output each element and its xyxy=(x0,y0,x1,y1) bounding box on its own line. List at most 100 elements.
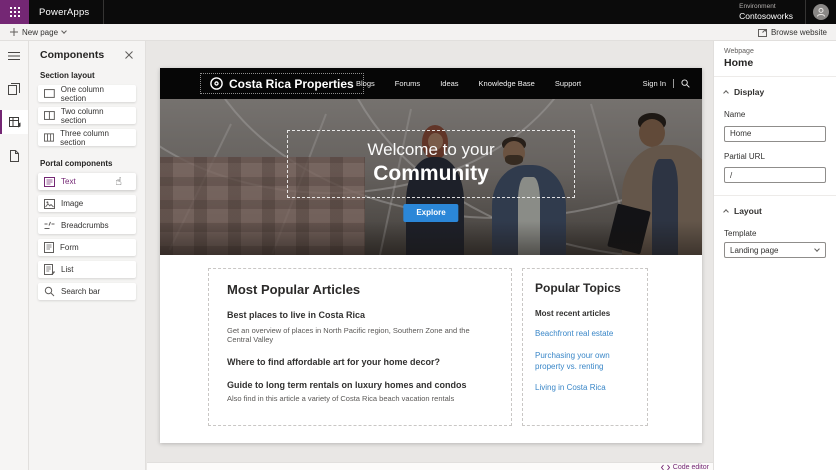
search-icon xyxy=(44,286,55,297)
articles-title: Most Popular Articles xyxy=(227,282,493,297)
component-label: Breadcrumbs xyxy=(61,221,109,230)
user-avatar[interactable] xyxy=(813,4,829,20)
nav-link-support[interactable]: Support xyxy=(555,79,581,88)
hero-line-2: Community xyxy=(288,162,574,186)
command-bar: New page Browse website xyxy=(0,24,836,41)
close-icon xyxy=(125,51,133,59)
topic-link[interactable]: Beachfront real estate xyxy=(535,329,635,340)
breadcrumbs-icon xyxy=(44,221,55,231)
app-title: PowerApps xyxy=(39,7,89,18)
code-editor-button[interactable]: Code editor xyxy=(661,464,709,470)
component-list[interactable]: List xyxy=(38,261,136,278)
entity-name: Home xyxy=(724,57,826,69)
environment-picker[interactable]: Environment Contosoworks xyxy=(739,3,805,21)
list-icon xyxy=(44,264,55,275)
site-logo-block[interactable]: Costa Rica Properties xyxy=(200,73,364,94)
site-search-icon[interactable] xyxy=(681,79,690,88)
rail-item-source-code[interactable] xyxy=(0,144,28,168)
components-panel-title: Components xyxy=(40,49,104,61)
two-column-icon xyxy=(44,111,55,120)
sign-in-group: Sign In xyxy=(643,79,690,88)
nav-divider xyxy=(673,79,674,88)
portal-components-group-label: Portal components xyxy=(29,151,145,173)
name-field-label: Name xyxy=(724,110,826,119)
component-search-bar[interactable]: Search bar xyxy=(38,283,136,300)
sign-in-link[interactable]: Sign In xyxy=(643,79,666,88)
component-form[interactable]: Form xyxy=(38,239,136,256)
component-two-column-section[interactable]: Two column section xyxy=(38,107,136,124)
article-item-title[interactable]: Where to find affordable art for your ho… xyxy=(227,357,493,367)
template-selected-value: Landing page xyxy=(730,246,779,255)
explore-button[interactable]: Explore xyxy=(403,204,458,222)
component-label: Text xyxy=(61,177,76,186)
waffle-icon xyxy=(10,7,20,17)
chevron-down-icon xyxy=(814,246,820,252)
component-image[interactable]: Image xyxy=(38,195,136,212)
layout-section-header[interactable]: Layout xyxy=(724,203,826,219)
component-breadcrumbs[interactable]: Breadcrumbs xyxy=(38,217,136,234)
hero-text-block[interactable]: Welcome to your Community xyxy=(287,130,575,198)
template-select[interactable]: Landing page xyxy=(724,242,826,258)
nav-link-ideas[interactable]: Ideas xyxy=(440,79,458,88)
hero-image: Welcome to your Community Explore xyxy=(160,99,702,255)
panel-divider xyxy=(714,195,836,196)
code-icon xyxy=(661,464,670,470)
component-text[interactable]: Text ☝ xyxy=(38,173,136,190)
topics-title: Popular Topics xyxy=(535,281,635,295)
one-column-icon xyxy=(44,89,55,98)
popular-topics-card[interactable]: Popular Topics Most recent articles Beac… xyxy=(522,268,648,426)
pages-icon xyxy=(8,83,20,95)
rail-item-pages[interactable] xyxy=(0,77,28,101)
name-input[interactable] xyxy=(724,126,826,142)
component-label: Three column section xyxy=(60,129,130,147)
article-item-title[interactable]: Best places to live in Costa Rica xyxy=(227,310,493,320)
rail-item-components[interactable] xyxy=(0,110,28,134)
section-layout-group-label: Section layout xyxy=(29,63,145,85)
component-three-column-section[interactable]: Three column section xyxy=(38,129,136,146)
waffle-menu-button[interactable] xyxy=(0,0,29,24)
component-label: Form xyxy=(60,243,79,252)
site-brand-name: Costa Rica Properties xyxy=(229,77,354,91)
person-icon xyxy=(816,7,826,17)
code-editor-label: Code editor xyxy=(673,464,709,470)
appbar-divider-2 xyxy=(805,0,806,24)
layout-section-label: Layout xyxy=(734,206,762,216)
component-label: Search bar xyxy=(61,287,100,296)
partial-url-field-label: Partial URL xyxy=(724,152,826,161)
nav-link-knowledge-base[interactable]: Knowledge Base xyxy=(479,79,535,88)
template-field-label: Template xyxy=(724,229,826,238)
topic-link[interactable]: Purchasing your own property vs. renting xyxy=(535,351,635,373)
canvas-footer-bar: Code editor xyxy=(147,462,713,470)
menu-toggle-button[interactable] xyxy=(0,44,28,68)
component-label: Two column section xyxy=(61,107,130,125)
nav-link-forums[interactable]: Forums xyxy=(395,79,420,88)
article-item-title[interactable]: Guide to long term rentals on luxury hom… xyxy=(227,380,493,390)
text-icon xyxy=(44,177,55,187)
components-icon xyxy=(9,116,21,128)
appbar-divider xyxy=(103,0,104,24)
chevron-down-icon xyxy=(61,28,67,34)
close-panel-button[interactable] xyxy=(123,49,135,61)
site-logo-icon xyxy=(210,77,223,90)
hand-cursor-icon: ☝ xyxy=(115,176,122,187)
hero-line-1: Welcome to your xyxy=(288,140,574,160)
most-popular-articles-card[interactable]: Most Popular Articles Best places to liv… xyxy=(208,268,512,426)
environment-label: Environment xyxy=(739,3,793,11)
component-one-column-section[interactable]: One column section xyxy=(38,85,136,102)
topic-link[interactable]: Living in Costa Rica xyxy=(535,383,635,394)
browse-website-icon xyxy=(758,28,767,37)
file-icon xyxy=(9,150,20,162)
chevron-up-icon xyxy=(723,209,729,215)
new-page-label: New page xyxy=(22,28,58,37)
site-nav: Blogs Forums Ideas Knowledge Base Suppor… xyxy=(356,68,690,99)
component-label: List xyxy=(61,265,73,274)
display-section-header[interactable]: Display xyxy=(724,84,826,100)
chevron-up-icon xyxy=(723,90,729,96)
partial-url-input[interactable] xyxy=(724,167,826,183)
topics-subtitle: Most recent articles xyxy=(535,309,635,318)
webpage-preview: Costa Rica Properties Blogs Forums Ideas… xyxy=(160,68,702,443)
new-page-button[interactable]: New page xyxy=(0,24,76,40)
nav-link-blogs[interactable]: Blogs xyxy=(356,79,375,88)
article-item-desc: Get an overview of places in North Pacif… xyxy=(227,326,493,344)
browse-website-button[interactable]: Browse website xyxy=(758,28,836,37)
